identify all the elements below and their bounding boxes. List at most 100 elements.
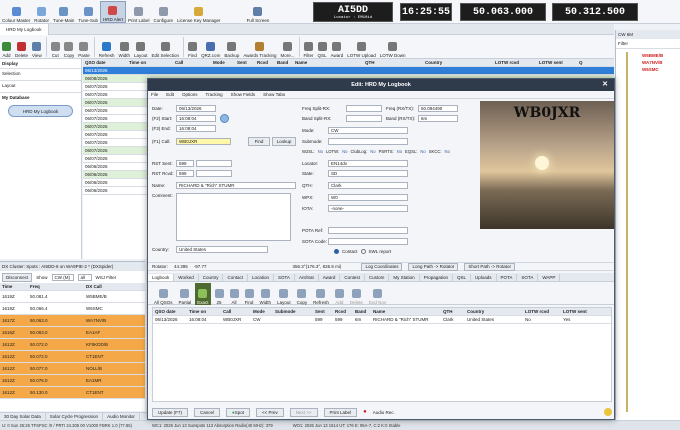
toolbar-filter-button[interactable]: Filter — [302, 36, 316, 58]
toolbar-award-button[interactable]: Award — [329, 36, 346, 58]
short-path-button[interactable]: Short Path -> Rotator — [464, 262, 516, 271]
name-field[interactable]: RICHARD & "Rich" STUMR — [176, 182, 296, 189]
tab-contest[interactable]: Contest — [340, 273, 365, 281]
frequency-field[interactable]: 50.094490 — [418, 105, 458, 112]
toolbar-edit-selection-button[interactable]: Edit Selection — [150, 36, 182, 58]
column-header[interactable]: Submode — [273, 309, 313, 314]
subtoolbar-find-button[interactable]: Find — [243, 283, 256, 305]
column-header[interactable]: LOTW sent — [561, 309, 599, 314]
subtoolbar-width-button[interactable]: Width — [258, 283, 274, 305]
subtoolbar-delete-button[interactable]: Delete — [348, 283, 365, 305]
submode-select[interactable] — [328, 138, 408, 145]
tab-ant-sat[interactable]: Ant/Sat — [295, 273, 319, 281]
band-map-filter[interactable]: Filter — [616, 39, 680, 49]
tab-sota[interactable]: SOTA — [517, 273, 539, 281]
locator-field[interactable]: EN14dv — [328, 160, 408, 167]
tab-location[interactable]: Location — [248, 273, 275, 281]
toolbar-qrz-com-button[interactable]: QRZ.com — [199, 36, 222, 58]
column-header[interactable]: Country — [465, 309, 523, 314]
cancel-button[interactable]: Cancel — [194, 407, 221, 417]
toolbar-awards-tracking-button[interactable]: Awards Tracking — [241, 36, 278, 58]
tab-sota[interactable]: SOTA — [274, 273, 295, 281]
table-row[interactable]: 06/13/2026 — [83, 67, 614, 75]
subtoolbar-layout-button[interactable]: Layout — [275, 283, 293, 305]
column-header[interactable]: Band — [275, 60, 293, 65]
print-label-button[interactable]: Print Label — [126, 1, 152, 23]
column-header[interactable]: Sent — [235, 60, 255, 65]
column-header[interactable]: Mode — [251, 309, 273, 314]
column-header[interactable]: QSO date — [153, 309, 187, 314]
toolbar-width-button[interactable]: Width — [117, 36, 133, 58]
tune-sub-button[interactable]: Tune-Sub — [76, 1, 100, 23]
toolbar-refresh-button[interactable]: Refresh — [97, 36, 117, 58]
find-button[interactable]: Find — [248, 137, 270, 146]
menu-options[interactable]: Options — [182, 92, 198, 97]
spot-label[interactable]: W5BME/B — [642, 52, 663, 59]
tune-main-button[interactable]: Tune-Main — [51, 1, 76, 23]
end-time-field[interactable]: 16:08:04 — [176, 125, 216, 132]
tab-qsl[interactable]: QSL — [453, 273, 471, 281]
cluster-row[interactable]: 1617Z 50.063.0 WA7NV/B — [0, 315, 145, 327]
start-time-field[interactable]: 16:08:04 — [176, 115, 216, 122]
rst-sent-extra[interactable] — [196, 160, 232, 167]
help-icon[interactable] — [604, 408, 612, 416]
tab-pota[interactable]: POTA — [497, 273, 518, 281]
call-field[interactable]: WB0JXR — [176, 138, 231, 145]
cluster-row[interactable]: 1619Z 50.066.4 W6SMC — [0, 303, 145, 315]
column-header[interactable]: Mode — [211, 60, 235, 65]
update-button[interactable]: Update (F7) — [152, 407, 189, 417]
tab-country[interactable]: Country — [199, 273, 224, 281]
tab-custom[interactable]: Custom — [365, 273, 390, 281]
column-header[interactable]: QTH — [441, 309, 465, 314]
country-select[interactable]: United States — [176, 246, 268, 253]
toolbar-backup-button[interactable]: Backup — [222, 36, 241, 58]
mode-select[interactable]: CW (M) — [51, 273, 74, 281]
menu-tracking[interactable]: Tracking — [206, 92, 223, 97]
wsj-filter-toggle[interactable]: WSJ Filter — [96, 275, 117, 280]
column-header[interactable]: QSO date — [83, 60, 127, 65]
cluster-row[interactable]: 1613Z 50.072.0 KF5KDD/B — [0, 339, 145, 351]
tab-uploads[interactable]: Uploads — [471, 273, 497, 281]
tab-propagation[interactable]: Propagation — [420, 273, 453, 281]
tab-solar-cycle[interactable]: Solar Cycle Progression — [46, 413, 104, 420]
next-button[interactable]: Next >> — [289, 407, 318, 417]
log-coordinates-button[interactable]: Log Coordinates — [361, 262, 403, 271]
cluster-row[interactable]: 1619Z 50.081.4 W5BME/B — [0, 291, 145, 303]
spot-label[interactable]: W6SMC — [642, 66, 663, 73]
subtoolbar-refresh-button[interactable]: Refresh — [311, 283, 331, 305]
toolbar-lotw-upload-button[interactable]: LOTW Upload — [345, 36, 378, 58]
contact-radio[interactable] — [334, 249, 339, 254]
toolbar-paste-button[interactable]: Paste — [76, 36, 92, 58]
column-header[interactable]: Rcvd — [333, 309, 353, 314]
long-path-button[interactable]: Long Path -> Rotator — [408, 262, 459, 271]
sidebar-selection[interactable]: Selection — [0, 69, 81, 81]
rst-rcvd-extra[interactable] — [196, 170, 232, 177]
subtoolbar-all-qsos-button[interactable]: All QSOs — [152, 283, 175, 305]
subtoolbar-all-button[interactable]: All — [228, 283, 241, 305]
column-header[interactable]: LOTW rcvd — [523, 309, 561, 314]
cluster-row[interactable]: 1612Z 50.072.0 CT1ENT — [0, 351, 145, 363]
cluster-row[interactable]: 1612Z 50.130.0 CT1ENT — [0, 387, 145, 399]
toolbar-find-button[interactable]: Find — [186, 36, 199, 58]
iota-select[interactable]: -none- — [328, 205, 408, 212]
subtoolbar-copy-button[interactable]: Copy — [295, 283, 310, 305]
audio-rec-label[interactable]: Audio Rec. — [373, 410, 395, 415]
print-label-button[interactable]: Print Label — [323, 407, 358, 417]
table-row[interactable]: 06/13/2026 16:08:04 WB0JXR CW 599 599 6m RICHAR… — [153, 316, 611, 324]
subtoolbar-end-nov-button[interactable]: End Nov — [367, 283, 388, 305]
lookup-button[interactable]: Lookup — [272, 137, 296, 146]
column-header[interactable]: Country — [423, 60, 493, 65]
sota-field[interactable] — [328, 238, 408, 245]
menu-show-tabs[interactable]: Show Tabs — [263, 92, 285, 97]
rst-sent-field[interactable]: 599 — [176, 160, 194, 167]
state-field[interactable]: SD — [328, 170, 408, 177]
menu-file[interactable]: File — [151, 92, 158, 97]
column-header[interactable]: LOTW rcvd — [493, 60, 537, 65]
toolbar-layout-button[interactable]: Layout — [132, 36, 150, 58]
menu-show-fields[interactable]: Show Fields — [231, 92, 256, 97]
sidebar-layout[interactable]: Layout — [0, 81, 81, 93]
configure-button[interactable]: Configure — [152, 1, 176, 23]
column-header[interactable]: Call — [221, 309, 251, 314]
column-header[interactable]: Q — [577, 60, 607, 65]
tab-award[interactable]: Award — [319, 273, 341, 281]
